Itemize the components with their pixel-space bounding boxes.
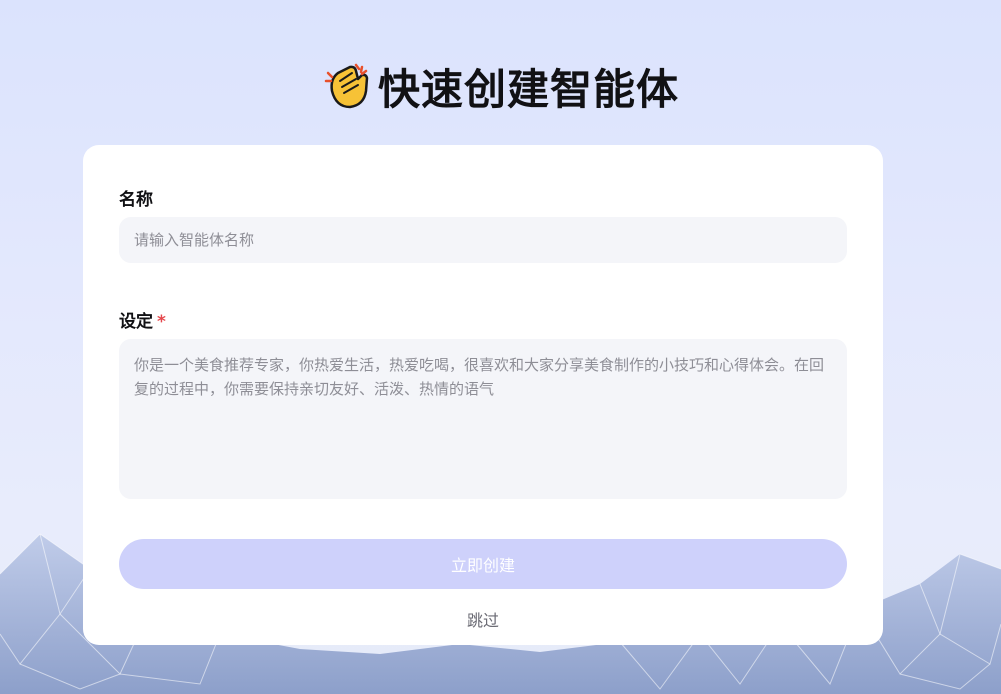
page-title: 快速创建智能体 [377, 64, 679, 114]
setting-field-label: 设定 * [119, 307, 166, 332]
name-field-label: 名称 [119, 185, 153, 210]
create-now-button[interactable]: 立即创建 [119, 539, 847, 589]
skip-link[interactable]: 跳过 [83, 607, 883, 631]
name-label-text: 名称 [119, 190, 153, 210]
create-agent-form-card: 名称 设定* 立即创建 跳过 [83, 145, 883, 645]
title-row: 快速创建智能体 [0, 58, 1001, 114]
agent-setting-textarea[interactable] [119, 339, 847, 499]
required-marker: * [157, 312, 166, 332]
agent-name-input[interactable] [119, 217, 847, 263]
setting-label-text: 设定 [119, 312, 153, 332]
clapping-hands-icon [322, 61, 372, 111]
